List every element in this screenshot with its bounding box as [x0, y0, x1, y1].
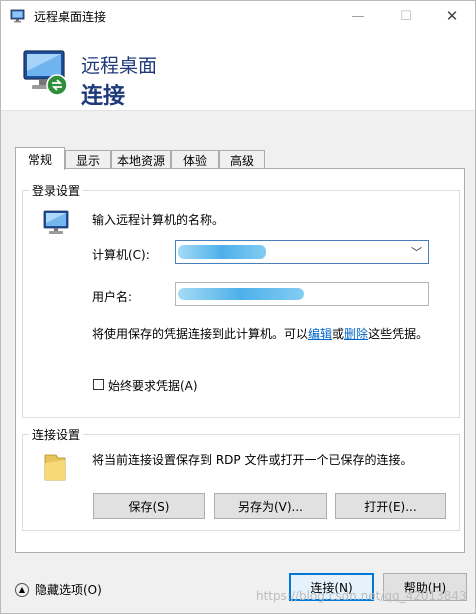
computer-icon [43, 210, 69, 234]
collapse-arrow-icon: ▲ [15, 582, 29, 597]
minimize-icon: — [351, 8, 365, 24]
tab-advanced[interactable]: 高级 [219, 150, 265, 169]
watermark: https://blog.csdn.net/qq_42013843 [256, 589, 467, 603]
save-button[interactable]: 保存(S) [93, 493, 205, 519]
window-title: 远程桌面连接 [34, 10, 107, 24]
hide-options-toggle[interactable]: ▲ 隐藏选项(O) [15, 581, 102, 598]
username-field-label: 用户名: [92, 290, 133, 304]
minimize-button[interactable]: — [335, 1, 381, 31]
connection-settings-description: 将当前连接设置保存到 RDP 文件或打开一个已保存的连接。 [92, 453, 413, 467]
folder-icon [44, 454, 66, 481]
maximize-icon: ☐ [400, 8, 412, 24]
remote-desktop-icon [10, 9, 25, 23]
credentials-note-suffix: 这些凭据。 [368, 327, 429, 341]
redacted-computer-name [178, 245, 266, 259]
banner-title-line2: 连接 [81, 84, 126, 109]
title-bar[interactable]: 远程桌面连接 — ☐ ✕ [1, 1, 475, 31]
computer-name-prompt: 输入远程计算机的名称。 [92, 213, 225, 227]
credentials-note: 将使用保存的凭据连接到此计算机。可以编辑或删除这些凭据。 [92, 325, 428, 342]
close-icon: ✕ [445, 7, 459, 25]
redacted-username [178, 288, 304, 300]
save-as-button[interactable]: 另存为(V)... [214, 493, 327, 519]
open-button[interactable]: 打开(E)... [335, 493, 446, 519]
tab-display[interactable]: 显示 [65, 150, 111, 169]
login-settings-group: 登录设置 输入远程计算机的名称。 计算机(C): ﹀ 用户名: 将使用保存的凭据… [22, 182, 460, 418]
username-field[interactable] [175, 282, 429, 306]
tab-panel-general: 登录设置 输入远程计算机的名称。 计算机(C): ﹀ 用户名: 将使用保存的凭据… [15, 168, 465, 553]
credentials-note-or: 或 [332, 327, 345, 341]
connection-settings-label: 连接设置 [29, 426, 84, 443]
remote-desktop-window: 远程桌面连接 — ☐ ✕ 远程桌面 连接 常规 显示 本地资源 体验 高级 登录… [0, 0, 476, 614]
computer-field-label: 计算机(C): [92, 248, 150, 262]
always-ask-label[interactable]: 始终要求凭据(A) [108, 377, 198, 394]
close-button[interactable]: ✕ [429, 1, 475, 31]
maximize-button[interactable]: ☐ [383, 1, 429, 31]
remote-desktop-large-icon [23, 50, 68, 96]
tab-general[interactable]: 常规 [15, 147, 65, 170]
tab-local-resources[interactable]: 本地资源 [111, 150, 171, 169]
chevron-down-icon[interactable]: ﹀ [411, 244, 422, 260]
hide-options-label: 隐藏选项(O) [35, 583, 102, 597]
tab-experience[interactable]: 体验 [171, 150, 219, 169]
delete-credentials-link[interactable]: 删除 [344, 327, 368, 341]
login-settings-label: 登录设置 [29, 182, 84, 199]
edit-credentials-link[interactable]: 编辑 [308, 327, 332, 341]
computer-combobox[interactable]: ﹀ [175, 240, 429, 264]
banner-title-line1: 远程桌面 [81, 55, 158, 77]
credentials-note-prefix: 将使用保存的凭据连接到此计算机。可以 [92, 327, 309, 341]
header-banner: 远程桌面 连接 [1, 31, 475, 111]
connection-settings-group: 连接设置 将当前连接设置保存到 RDP 文件或打开一个已保存的连接。 保存(S)… [22, 426, 460, 531]
always-ask-checkbox[interactable] [93, 379, 104, 390]
